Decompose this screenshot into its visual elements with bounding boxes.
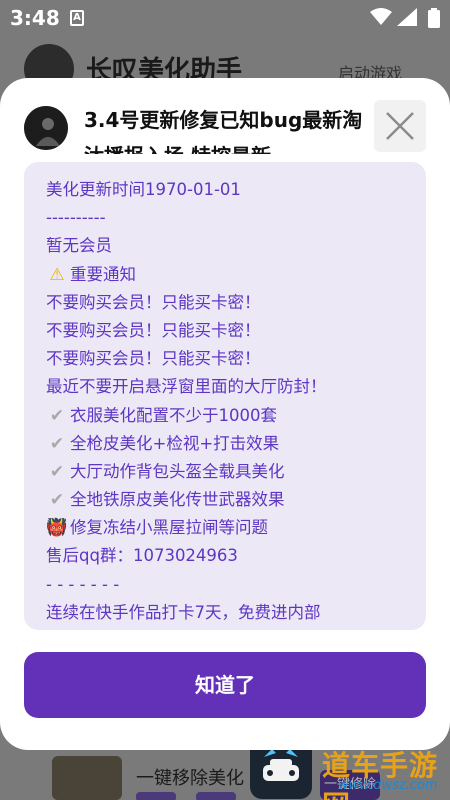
note-text: 重要通知 [70,264,136,284]
note-text: - - - - - - - [46,574,120,594]
checkmark-icon: ✔ [49,461,65,482]
note-text: 不要购买会员！只能买卡密！ [46,292,261,312]
notification-icon: A [70,10,84,26]
note-line: ---------- [46,204,404,232]
note-line: 美化更新时间1970-01-01 [46,176,404,204]
background-thumbnail [52,756,122,800]
note-line: 最近不要开启悬浮窗里面的大厅防封！ [46,373,404,401]
watermark-url: www.dwsz.com [338,778,438,793]
note-text: 全枪皮美化+检视+打击效果 [70,433,280,453]
note-text: 售后qq群：1073024963 [46,546,238,566]
battery-icon [428,8,440,28]
note-text: 美化更新时间1970-01-01 [46,180,241,199]
note-line: ⚠ 重要通知 [46,261,404,289]
note-text: ---------- [46,208,106,228]
note-text: 连续在快手作品打卡7天，免费进内部 [46,602,321,622]
note-text: 衣服美化配置不少于1000套 [70,405,277,425]
dialog-avatar [24,106,68,150]
note-text: 全地铁原皮美化传世武器效果 [70,490,285,510]
checkmark-icon: ✔ [49,490,65,511]
background-tag [136,792,176,800]
note-line: 不要购买会员！只能买卡密！ [46,345,404,373]
note-text: 大厅动作背包头盔全载具美化 [70,461,285,481]
note-line: 不要购买会员！只能买卡密！ [46,289,404,317]
background-tag [196,792,236,800]
note-line: ✔ 衣服美化配置不少于1000套 [46,402,404,430]
update-notes: 美化更新时间1970-01-01 ---------- 暂无会员 ⚠ 重要通知不要购买会… [24,162,426,630]
note-line: 暂无会员 [46,232,404,260]
close-icon [386,112,414,140]
note-line: 连续在快手作品打卡7天，免费进内部 [46,599,404,627]
note-text: 不要购买会员！只能买卡密！ [46,320,261,340]
note-line: 不要购买会员！只能买卡密！ [46,317,404,345]
checkmark-icon: ✔ [49,405,65,426]
remove-beautify-label: 一键移除美化 [136,768,244,789]
status-bar: 3:48 A [0,0,450,36]
warning-icon: ⚠ [49,264,65,285]
note-line: ✔ 全地铁原皮美化传世武器效果 [46,486,404,514]
note-line: ✔ 全枪皮美化+检视+打击效果 [46,430,404,458]
note-line: - - - - - - - [46,571,404,599]
devil-icon: 👹 [46,518,68,539]
note-text: 最近不要开启悬浮窗里面的大厅防封！ [46,377,327,397]
checkmark-icon: ✔ [49,433,65,454]
dialog-title: 3.4号更新修复已知bug最新淘汰播报入场 特控最新 [84,108,363,154]
note-line: 售后qq群：1073024963 [46,542,404,570]
note-text: 暂无会员 [46,236,112,256]
silhouette-icon [24,106,68,150]
update-dialog: 3.4号更新修复已知bug最新淘汰播报入场 特控最新 美化更新时间1970-01… [0,78,450,750]
wifi-icon [370,8,392,25]
cellular-signal-icon [397,8,417,26]
note-line: 👹 修复冻结小黑屋拉闸等问题 [46,514,404,542]
close-button[interactable] [374,100,426,152]
note-text: 修复冻结小黑屋拉闸等问题 [70,518,268,538]
confirm-button[interactable]: 知道了 [24,652,426,718]
note-line: ✔ 大厅动作背包头盔全载具美化 [46,458,404,486]
note-text: 不要购买会员！只能买卡密！ [46,349,261,369]
status-time: 3:48 [10,6,60,30]
